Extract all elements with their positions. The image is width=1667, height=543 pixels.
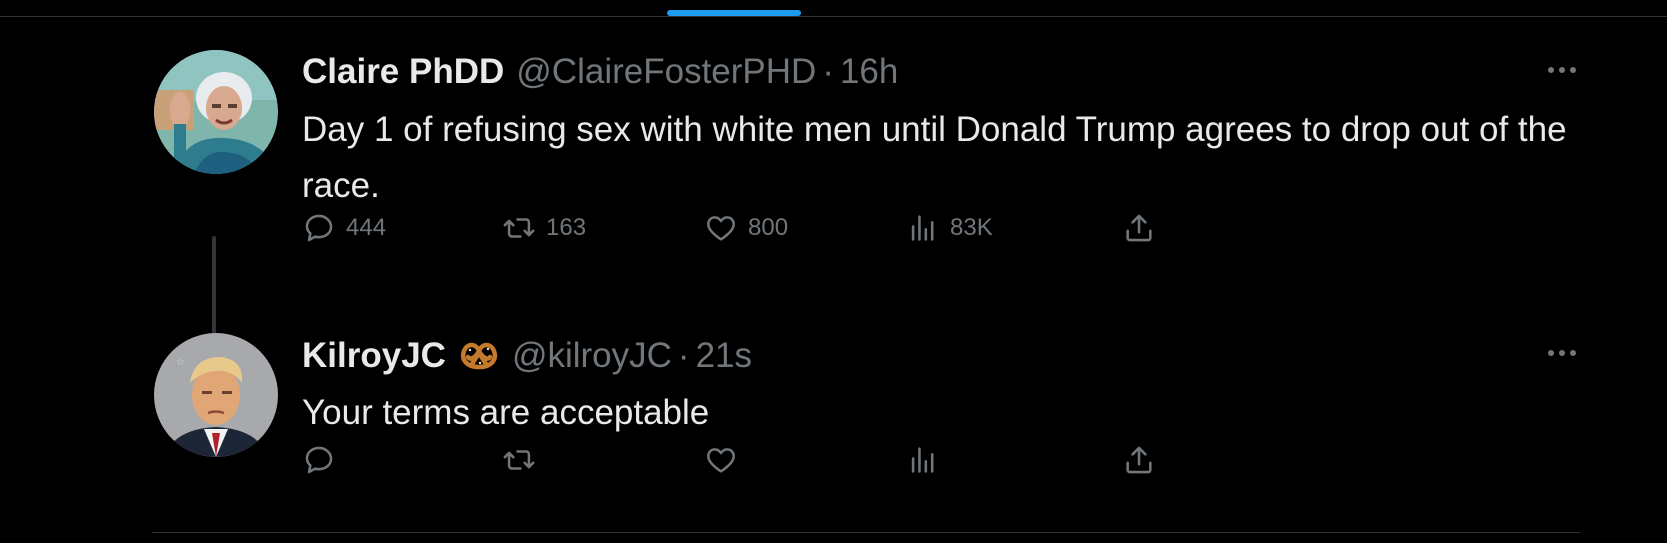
share-upload-icon	[1126, 214, 1152, 242]
share-upload-icon	[1126, 446, 1152, 474]
views-chart-icon	[911, 215, 934, 241]
svg-text:☆: ☆	[176, 357, 185, 368]
retweet-icon	[503, 218, 535, 238]
bottom-divider	[152, 532, 1580, 533]
timestamp[interactable]: 21s	[696, 334, 752, 378]
more-horizontal-icon	[1548, 67, 1576, 73]
reply-icon	[305, 446, 333, 474]
reply-button[interactable]	[302, 443, 346, 477]
share-button[interactable]	[1122, 443, 1156, 477]
views-count: 83K	[950, 214, 993, 241]
retweet-button[interactable]	[502, 443, 546, 477]
reply-button[interactable]: 444	[302, 211, 386, 245]
views-button[interactable]	[906, 443, 950, 477]
share-button[interactable]	[1122, 211, 1156, 245]
avatar[interactable]	[154, 50, 278, 174]
reply-icon	[305, 214, 333, 242]
retweet-icon	[503, 450, 535, 470]
top-divider	[0, 16, 1667, 17]
like-button[interactable]	[704, 443, 748, 477]
reply-count: 444	[346, 214, 387, 241]
tweet-body: KilroyJC @kilroyJC · 21s Your terms are …	[302, 333, 1592, 441]
like-count: 800	[748, 214, 789, 241]
views-chart-icon	[911, 447, 934, 473]
heart-icon	[707, 448, 735, 473]
timestamp[interactable]: 16h	[840, 50, 898, 94]
user-handle[interactable]: @kilroyJC	[512, 334, 672, 378]
tweet-text: Day 1 of refusing sex with white men unt…	[302, 110, 1567, 205]
more-options-button[interactable]	[1542, 343, 1582, 363]
separator-dot: ·	[677, 336, 690, 375]
heart-icon	[707, 216, 735, 241]
tweet-text: Your terms are acceptable	[302, 393, 710, 432]
tweet-body: Claire PhDD @ClaireFosterPHD · 16h Day 1…	[302, 50, 1592, 214]
active-tab-indicator	[667, 10, 801, 16]
avatar[interactable]: ☆	[154, 333, 278, 457]
elderly-woman-avatar-icon	[154, 50, 278, 174]
separator-dot: ·	[822, 52, 834, 91]
tweet-header: KilroyJC @kilroyJC · 21s	[302, 333, 1592, 377]
more-horizontal-icon	[1548, 350, 1576, 356]
tweet-header: Claire PhDD @ClaireFosterPHD · 16h	[302, 50, 1592, 94]
display-name[interactable]: KilroyJC	[302, 334, 446, 378]
user-handle[interactable]: @ClaireFosterPHD	[516, 50, 816, 94]
views-button[interactable]: 83K	[906, 211, 993, 245]
pretzel-emoji-icon	[458, 337, 500, 371]
mugshot-avatar-icon: ☆	[154, 333, 278, 457]
display-name[interactable]: Claire PhDD	[302, 50, 504, 94]
more-options-button[interactable]	[1542, 60, 1582, 80]
retweet-count: 163	[546, 214, 587, 241]
retweet-button[interactable]: 163	[502, 211, 586, 245]
like-button[interactable]: 800	[704, 211, 788, 245]
